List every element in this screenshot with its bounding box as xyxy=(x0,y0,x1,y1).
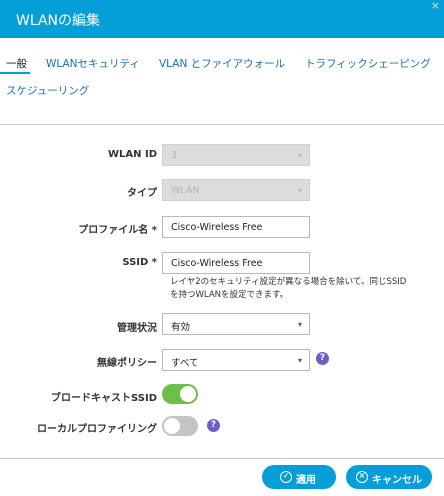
help-icon[interactable]: ? xyxy=(316,352,329,365)
toggle-knob xyxy=(180,386,196,402)
tab-scheduling[interactable]: スケジューリング xyxy=(6,83,89,98)
radio-policy-select[interactable]: すべて ▾ xyxy=(162,349,310,371)
footer-divider xyxy=(0,458,444,459)
chevron-down-icon: ▾ xyxy=(297,186,302,195)
tab-general[interactable]: 一般 xyxy=(6,56,27,71)
dialog-title: WLANの編集 xyxy=(16,13,101,29)
tab-vlan-firewall[interactable]: VLAN とファイアウォール xyxy=(159,56,285,71)
admin-status-label: 管理状況 xyxy=(117,323,157,334)
tabs-divider xyxy=(0,124,444,125)
profile-name-label: プロファイル名 * xyxy=(78,225,157,236)
local-profiling-toggle[interactable] xyxy=(162,416,198,436)
ssid-label: SSID * xyxy=(122,257,157,268)
active-tab-indicator xyxy=(0,72,30,74)
dialog-header: WLANの編集 × xyxy=(0,0,444,38)
close-icon: ✕ xyxy=(356,471,368,483)
chevron-down-icon: ▾ xyxy=(297,151,302,160)
broadcast-ssid-label: ブロードキャストSSID xyxy=(51,393,157,404)
help-icon[interactable]: ? xyxy=(207,419,220,432)
apply-button[interactable]: ✓ 適用 xyxy=(262,465,336,489)
tab-traffic-shaping[interactable]: トラフィックシェーピング xyxy=(305,56,431,71)
profile-name-input[interactable]: Cisco-Wireless Free xyxy=(162,216,310,238)
type-select: WLAN ▾ xyxy=(162,179,310,201)
toggle-knob xyxy=(164,418,180,434)
chevron-down-icon: ▾ xyxy=(297,320,302,329)
broadcast-ssid-toggle[interactable] xyxy=(162,384,198,404)
ssid-input[interactable]: Cisco-Wireless Free xyxy=(162,252,310,274)
check-icon: ✓ xyxy=(280,471,292,483)
chevron-down-icon: ▾ xyxy=(297,356,302,365)
type-label: タイプ xyxy=(127,188,157,199)
wlan-id-select: 3 ▾ xyxy=(162,144,310,166)
cancel-button[interactable]: ✕ キャンセル xyxy=(346,465,432,489)
tab-wlan-security[interactable]: WLANセキュリティ xyxy=(46,56,140,71)
close-icon[interactable]: × xyxy=(431,0,440,12)
admin-status-select[interactable]: 有効 ▾ xyxy=(162,313,310,335)
radio-policy-label: 無線ポリシー xyxy=(97,358,157,369)
ssid-help-text: レイヤ2のセキュリティ設定が異なる場合を除いて、同じSSIDを持つWLANを設定… xyxy=(170,277,407,300)
local-profiling-label: ローカルプロファイリング xyxy=(37,424,157,435)
wlan-id-label: WLAN ID xyxy=(107,149,157,160)
